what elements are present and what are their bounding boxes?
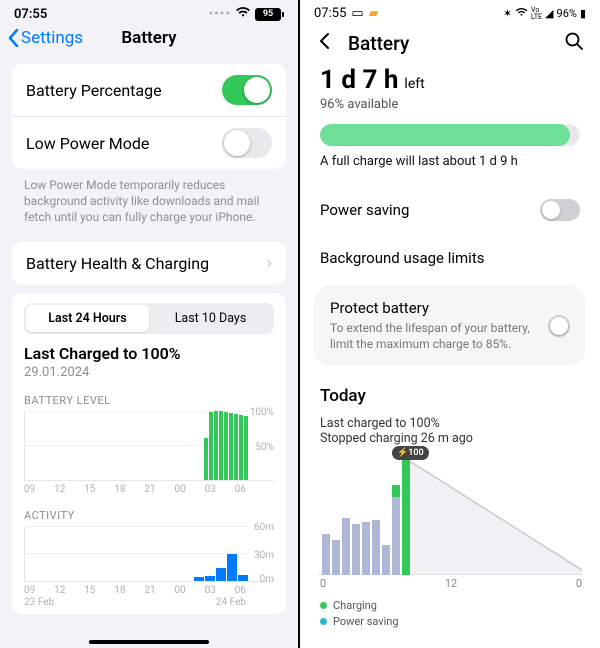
x-ticks: 0912151821000306	[24, 484, 274, 495]
page-title: Battery	[348, 32, 409, 55]
today-block: Today Last charged to 100% Stopped charg…	[300, 370, 600, 446]
gallery-icon: ▭	[351, 6, 363, 21]
battery-icon: 95	[255, 8, 284, 21]
today-legend: Charging Power saving	[300, 590, 600, 634]
y-tick: 0m	[260, 574, 274, 585]
today-line1: Last charged to 100%	[320, 416, 580, 431]
chevron-right-icon: ›	[267, 253, 272, 274]
today-heading: Today	[320, 386, 580, 406]
power-saving-row[interactable]: Power saving	[300, 185, 600, 235]
time-left: 1 d 7 h left	[320, 65, 580, 95]
android-statusbar: 07:55 ▭ ▰ ✶ VoLTE ◢ 96% ▮	[300, 0, 600, 23]
protect-battery-card[interactable]: Protect battery To extend the lifespan o…	[314, 285, 586, 366]
pct-available: 96% available	[320, 97, 580, 112]
last-charged-title: Last Charged to 100%	[24, 344, 274, 363]
battery-percentage-row[interactable]: Battery Percentage	[12, 64, 286, 116]
protect-battery-toggle[interactable]	[548, 315, 570, 337]
low-power-mode-row[interactable]: Low Power Mode	[12, 116, 286, 169]
hero-block: 1 d 7 h left 96% available A full charge…	[300, 59, 600, 185]
row-label: Battery Percentage	[26, 81, 162, 100]
today-line2: Stopped charging 26 m ago	[320, 431, 580, 446]
wifi-icon	[235, 6, 251, 22]
wifi-icon	[515, 7, 528, 20]
today-chart: ⚡100	[318, 460, 582, 575]
android-screen: 07:55 ▭ ▰ ✶ VoLTE ◢ 96% ▮ Battery 1 d 7	[300, 0, 600, 648]
ios-screen: 07:55 •••• 95 Settings Battery Battery P…	[0, 0, 300, 648]
row-label: Battery Health & Charging	[26, 254, 209, 273]
row-label: Low Power Mode	[26, 134, 149, 153]
ios-navbar: Settings Battery	[0, 24, 298, 56]
battery-icon: ▮	[580, 7, 586, 20]
today-x-ticks: 0120	[318, 577, 582, 590]
cellular-dots-icon: ••••	[209, 7, 231, 22]
volte-icon: VoLTE	[531, 7, 542, 21]
battery-health-row[interactable]: Battery Health & Charging ›	[12, 242, 286, 285]
ios-time: 07:55	[14, 7, 47, 22]
activity-label: ACTIVITY	[24, 509, 274, 522]
home-indicator[interactable]	[89, 640, 209, 644]
battery-bar	[320, 124, 580, 146]
x-ticks: 0912151821000306	[24, 585, 274, 596]
battery-percentage-toggle[interactable]	[222, 75, 272, 105]
last-charged-date: 29.01.2024	[24, 365, 274, 380]
protect-sub: To extend the lifespan of your battery, …	[330, 320, 536, 352]
protect-title: Protect battery	[330, 299, 536, 317]
battery-bar-fill	[320, 124, 570, 146]
search-icon[interactable]	[564, 31, 584, 55]
settings-card: Battery Percentage Low Power Mode	[12, 64, 286, 169]
android-navbar: Battery	[300, 23, 600, 59]
tab-last-24h[interactable]: Last 24 Hours	[26, 305, 149, 332]
x-dates: 23 Feb24 Feb	[24, 597, 274, 608]
usage-card: Last 24 Hours Last 10 Days Last Charged …	[12, 293, 286, 614]
y-tick: 60m	[254, 522, 274, 533]
y-tick: 30m	[254, 550, 274, 561]
weather-icon: ▰	[369, 6, 379, 21]
ios-statusbar: 07:55 •••• 95	[0, 0, 298, 24]
row-label: Background usage limits	[320, 249, 484, 267]
full-charge-note: A full charge will last about 1 d 9 h	[320, 154, 580, 169]
back-button[interactable]	[316, 32, 334, 54]
row-label: Power saving	[320, 201, 409, 219]
battery-pct: 96%	[557, 7, 577, 20]
bg-usage-limits-row[interactable]: Background usage limits	[300, 235, 600, 281]
bluetooth-icon: ✶	[503, 7, 512, 20]
time-range-segmented[interactable]: Last 24 Hours Last 10 Days	[24, 303, 274, 334]
y-tick: 100%	[250, 407, 274, 418]
health-card: Battery Health & Charging ›	[12, 242, 286, 285]
battery-level-label: BATTERY LEVEL	[24, 394, 274, 407]
back-label: Settings	[21, 28, 83, 48]
low-power-footnote: Low Power Mode temporarily reduces backg…	[0, 177, 298, 234]
signal-icon: ◢	[545, 7, 553, 20]
android-time: 07:55	[314, 6, 346, 21]
charge-callout: ⚡100	[392, 446, 429, 460]
activity-chart: 60m 30m 0m	[24, 526, 274, 582]
tab-last-10d[interactable]: Last 10 Days	[149, 305, 272, 332]
low-power-mode-toggle[interactable]	[222, 128, 272, 158]
back-button[interactable]: Settings	[8, 28, 83, 48]
y-tick: 50%	[255, 442, 274, 453]
battery-level-chart: 100% 50%	[24, 411, 274, 481]
power-saving-toggle[interactable]	[540, 199, 580, 221]
